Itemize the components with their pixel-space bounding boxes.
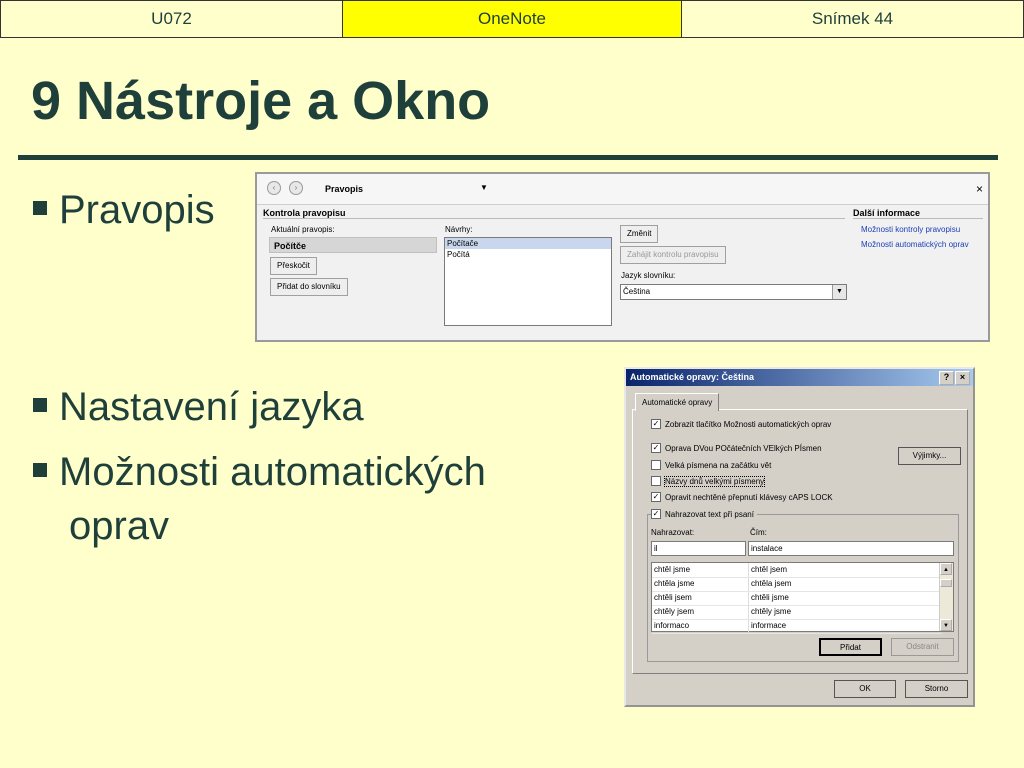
bullet-text: Možnosti automatických bbox=[59, 450, 486, 494]
section-divider bbox=[263, 218, 845, 219]
suggestions-label: Návrhy: bbox=[445, 225, 473, 234]
pane-title[interactable]: Pravopis bbox=[325, 184, 363, 194]
forward-icon[interactable]: › bbox=[289, 181, 303, 195]
link-autocorrect-options[interactable]: Možnosti automatických oprav bbox=[861, 240, 969, 249]
checkbox-checked-icon[interactable]: ✓ bbox=[651, 509, 661, 519]
misspelled-word: Počítče bbox=[269, 237, 437, 253]
remove-button[interactable]: Odstranit bbox=[891, 638, 954, 656]
with-label: Čím: bbox=[750, 528, 767, 537]
suggestions-list[interactable]: Počítače Počítá bbox=[444, 237, 612, 326]
scrollbar[interactable]: ▲ ▼ bbox=[939, 563, 953, 631]
start-check-button[interactable]: Zahájit kontrolu pravopisu bbox=[620, 246, 726, 264]
chevron-down-icon[interactable]: ▼ bbox=[480, 183, 488, 192]
replace-input[interactable]: il bbox=[651, 541, 746, 556]
checkbox-icon[interactable] bbox=[651, 460, 661, 470]
slide-title: 9 Nástroje a Okno bbox=[31, 71, 491, 131]
spelling-pane: ‹ › Pravopis ▼ × Kontrola pravopisu Dalš… bbox=[255, 172, 990, 342]
dictionary-language-label: Jazyk slovníku: bbox=[621, 271, 676, 280]
checkbox-checked-icon[interactable]: ✓ bbox=[651, 419, 661, 429]
add-button[interactable]: Přidat bbox=[819, 638, 882, 656]
autocorrect-dialog: Automatické opravy: Čeština ? × Automati… bbox=[624, 367, 975, 707]
table-row[interactable]: chtěl jsme chtěl jsem bbox=[652, 563, 942, 578]
table-row[interactable]: chtěla jsme chtěla jsem bbox=[652, 577, 942, 592]
checkbox-replace-text[interactable]: ✓ Nahrazovat text při psaní bbox=[651, 509, 757, 519]
bullet-item: Nastavení jazyka bbox=[33, 383, 364, 431]
bullet-square-icon bbox=[33, 463, 47, 478]
skip-button[interactable]: Přeskočit bbox=[270, 257, 317, 275]
close-icon[interactable]: × bbox=[955, 371, 970, 385]
dictionary-language-value: Čeština bbox=[623, 287, 651, 296]
replace-label: Nahrazovat: bbox=[651, 528, 695, 537]
header-slide-number: Snímek 44 bbox=[682, 0, 1024, 38]
scroll-up-icon[interactable]: ▲ bbox=[940, 563, 952, 575]
info-divider bbox=[853, 218, 983, 219]
bullet-square-icon bbox=[33, 398, 47, 413]
bullet-item: Možnosti automatických bbox=[33, 448, 486, 496]
help-icon[interactable]: ? bbox=[939, 371, 954, 385]
bullet-continuation: oprav bbox=[69, 504, 170, 548]
checkbox-capitalize-days[interactable]: Názvy dnů velkými písmeny bbox=[651, 475, 766, 487]
table-row[interactable]: chtěly jsem chtěly jsme bbox=[652, 605, 942, 620]
close-icon[interactable]: × bbox=[976, 182, 983, 196]
dictionary-language-select[interactable]: Čeština ▼ bbox=[620, 284, 847, 300]
checkbox-show-options-button[interactable]: ✓ Zobrazit tlačítko Možnosti automatickýc… bbox=[651, 419, 831, 429]
tab-autocorrect[interactable]: Automatické opravy bbox=[635, 393, 720, 411]
checkbox-two-initial-capitals[interactable]: ✓ Oprava DVou POčátečních VElkých PÍsmen bbox=[651, 443, 822, 453]
section-heading: Kontrola pravopisu bbox=[263, 208, 346, 218]
list-item[interactable]: Počítače bbox=[445, 238, 611, 249]
exceptions-button[interactable]: Výjimky... bbox=[898, 447, 961, 465]
bullet-text: Nastavení jazyka bbox=[59, 385, 364, 429]
header-course: U072 bbox=[0, 0, 343, 38]
ok-button[interactable]: OK bbox=[834, 680, 896, 698]
link-spelling-options[interactable]: Možnosti kontroly pravopisu bbox=[861, 225, 960, 234]
bullet-item: Pravopis bbox=[33, 186, 215, 234]
bullet-square-icon bbox=[33, 201, 47, 216]
chevron-down-icon[interactable]: ▼ bbox=[832, 285, 846, 299]
add-to-dictionary-button[interactable]: Přidat do slovníku bbox=[270, 278, 348, 296]
checkbox-checked-icon[interactable]: ✓ bbox=[651, 443, 661, 453]
table-row[interactable]: informaco informace bbox=[652, 619, 942, 634]
cancel-button[interactable]: Storno bbox=[905, 680, 968, 698]
dialog-titlebar: Automatické opravy: Čeština ? × bbox=[626, 369, 973, 386]
title-divider bbox=[18, 155, 998, 160]
dialog-title: Automatické opravy: Čeština bbox=[630, 372, 755, 382]
list-item[interactable]: Počítá bbox=[445, 249, 611, 260]
change-button[interactable]: Změnit bbox=[620, 225, 659, 243]
slide-header: U072 OneNote Snímek 44 bbox=[0, 0, 1024, 40]
back-icon[interactable]: ‹ bbox=[267, 181, 281, 195]
with-input[interactable]: instalace bbox=[748, 541, 954, 556]
checkbox-checked-icon[interactable]: ✓ bbox=[651, 492, 661, 502]
scroll-down-icon[interactable]: ▼ bbox=[940, 619, 952, 631]
bullet-text: Pravopis bbox=[59, 188, 215, 232]
autocorrect-entries-list[interactable]: chtěl jsme chtěl jsem chtěla jsme chtěla j… bbox=[651, 562, 954, 634]
scroll-thumb[interactable] bbox=[940, 579, 952, 587]
info-heading: Další informace bbox=[853, 208, 921, 218]
header-app: OneNote bbox=[343, 0, 682, 38]
pane-toolbar: ‹ › Pravopis ▼ × bbox=[257, 174, 988, 205]
checkbox-icon[interactable] bbox=[651, 476, 661, 486]
table-row[interactable]: chtěli jsem chtěli jsme bbox=[652, 591, 942, 606]
current-spelling-label: Aktuální pravopis: bbox=[271, 225, 335, 234]
checkbox-caps-lock[interactable]: ✓ Opravit nechtěné přepnutí klávesy cAPS … bbox=[651, 492, 833, 502]
checkbox-capitalize-sentences[interactable]: Velká písmena na začátku vět bbox=[651, 460, 771, 470]
